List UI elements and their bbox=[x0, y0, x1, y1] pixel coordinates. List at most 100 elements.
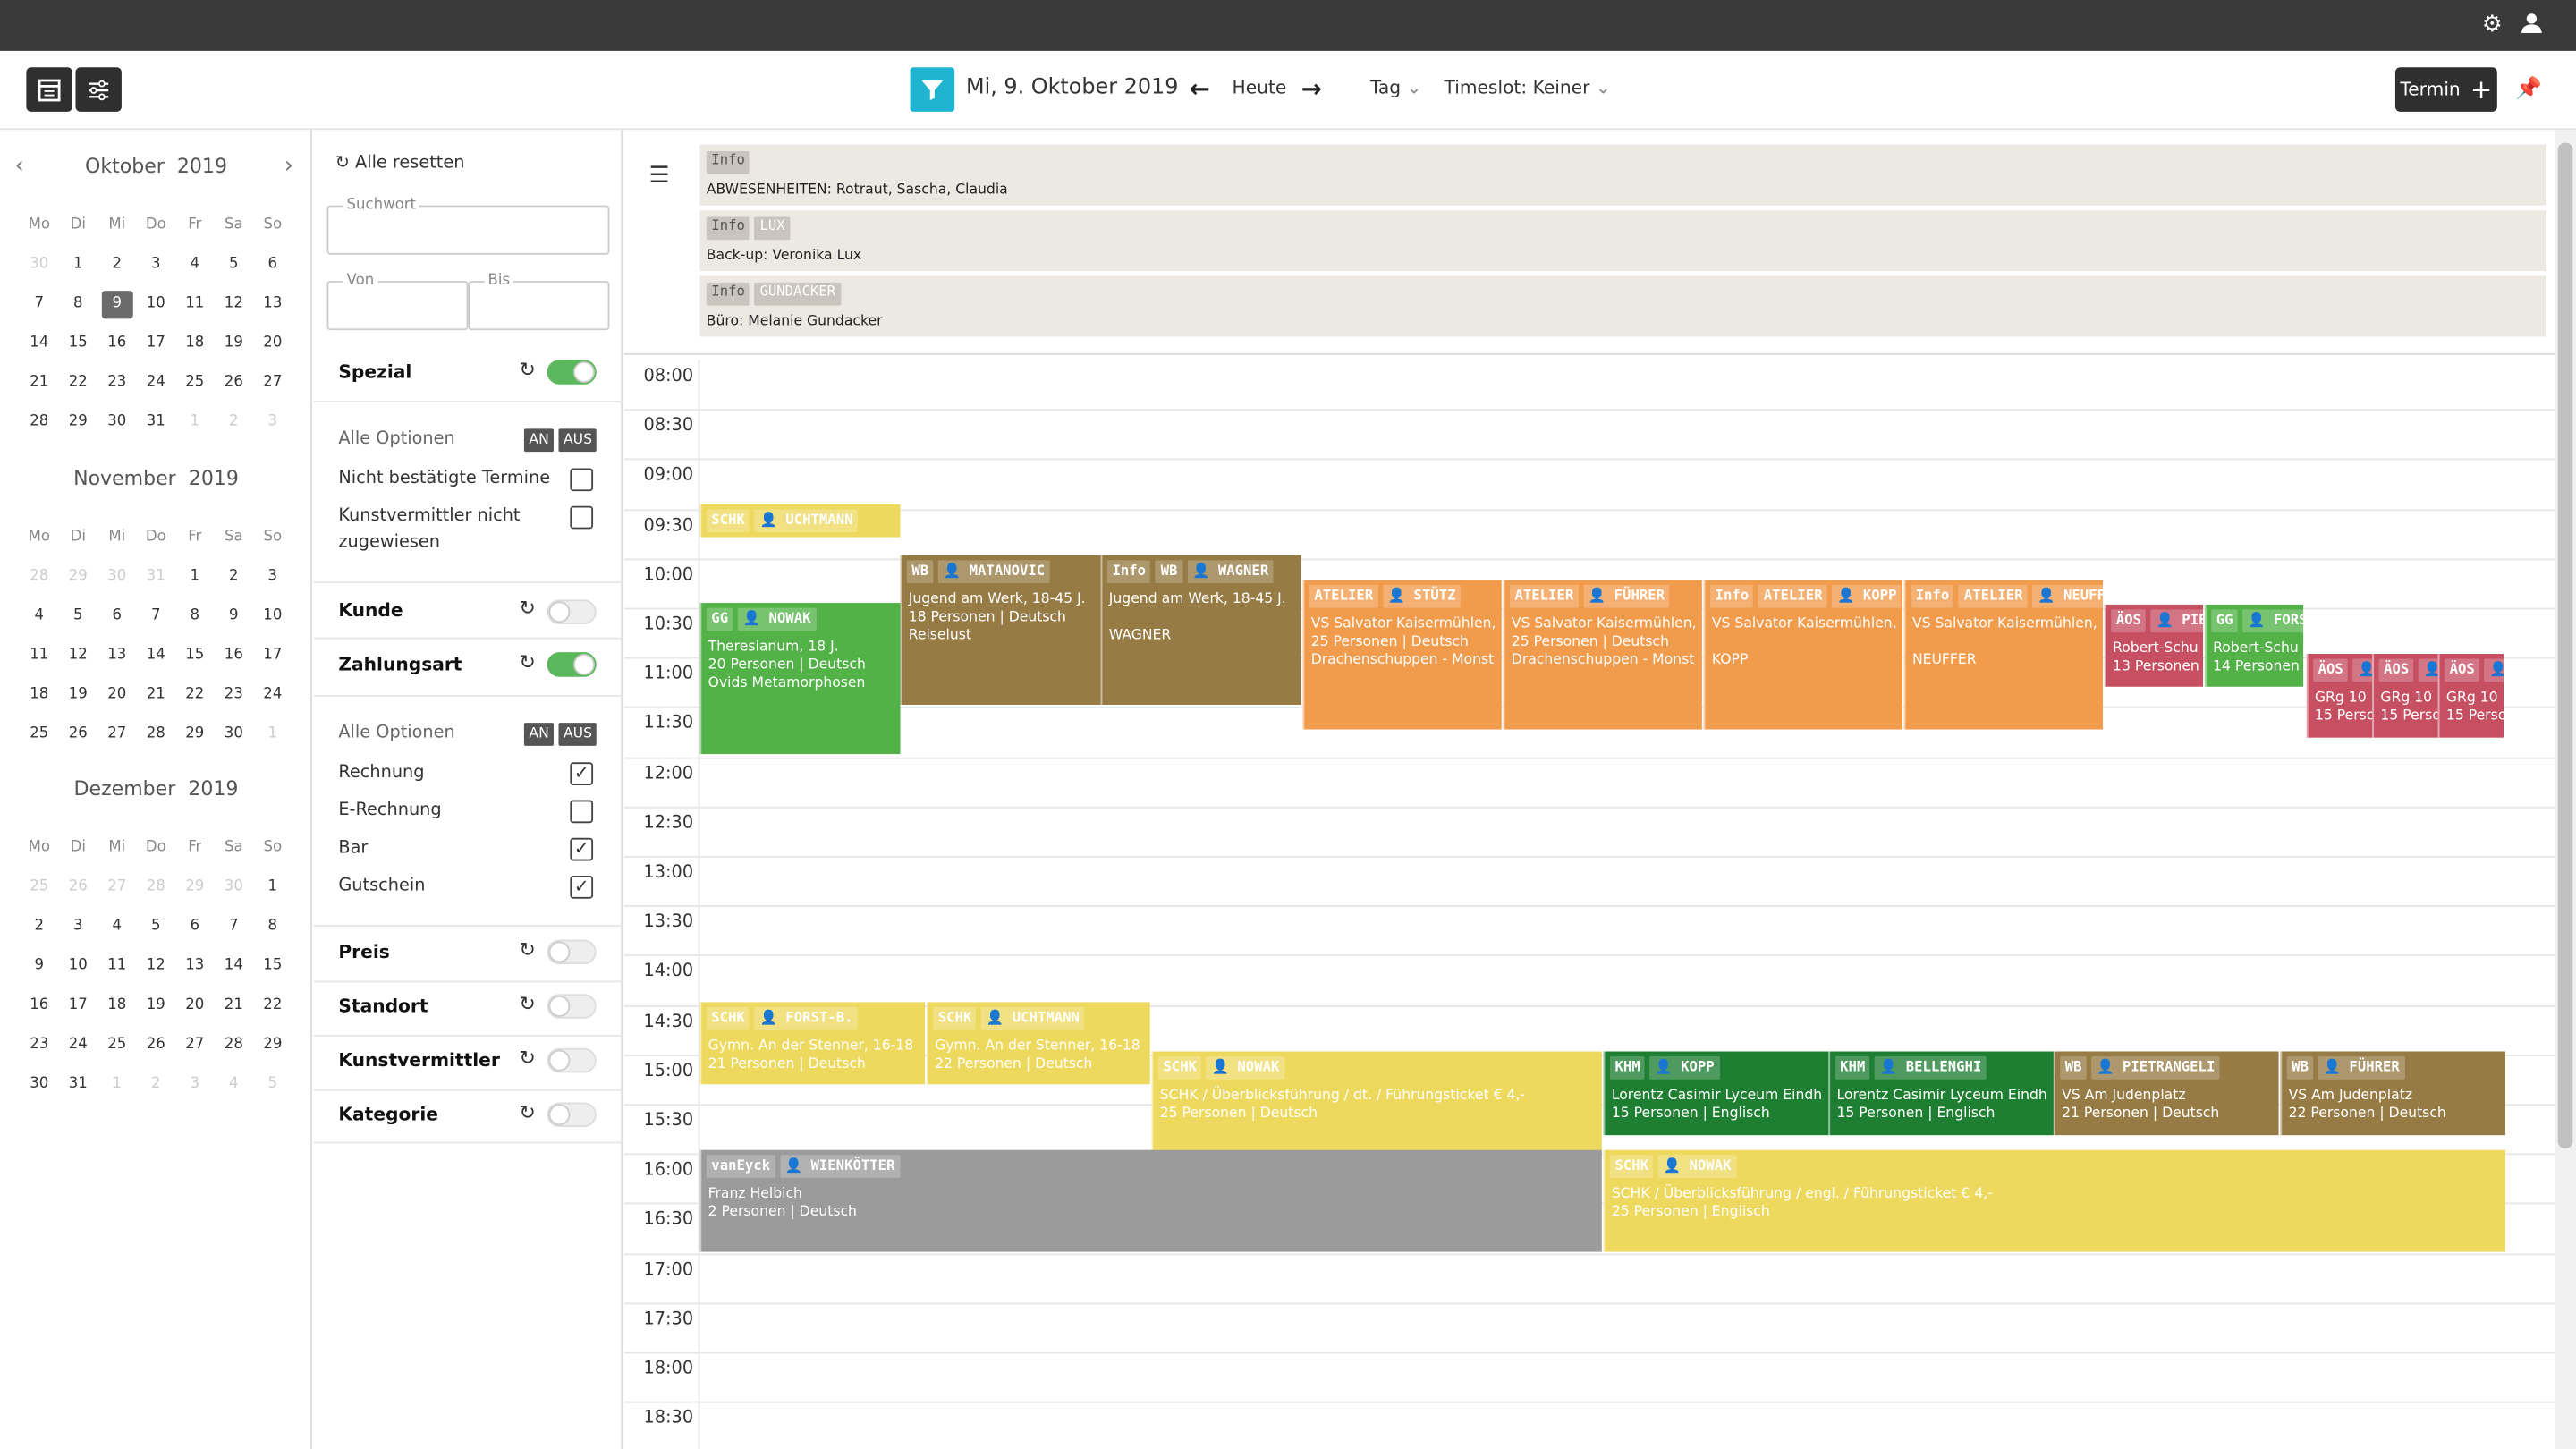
spezial-reset-icon[interactable]: ↻ bbox=[519, 358, 535, 381]
ev-aos-2[interactable]: ÄOS👤 GRg 1015 Perso bbox=[2372, 654, 2438, 738]
calendar-day[interactable]: 17 bbox=[59, 992, 98, 1020]
calendar-day[interactable]: 7 bbox=[215, 913, 254, 941]
calendar-day[interactable]: 11 bbox=[175, 291, 215, 318]
kategorie-reset-icon[interactable]: ↻ bbox=[519, 1101, 535, 1124]
preis-toggle[interactable] bbox=[547, 939, 597, 965]
calendar-day[interactable]: 19 bbox=[59, 682, 98, 709]
calendar-day[interactable]: 10 bbox=[59, 953, 98, 980]
ev-schk-forst[interactable]: SCHK 👤 FORST-B. Gymn. An der Stenner, 16-1… bbox=[699, 1002, 926, 1085]
current-date[interactable]: Mi, 9. Oktober 2019 bbox=[966, 75, 1178, 100]
calendar-day[interactable]: 30 bbox=[97, 564, 137, 591]
ev-schk-uchtmann-2[interactable]: SCHK 👤 UCHTMANN Gymn. An der Stenner, 16-1… bbox=[926, 1002, 1150, 1085]
calendar-day[interactable]: 25 bbox=[20, 874, 59, 902]
info-box[interactable]: Info LUX Back-up: Veronika Lux bbox=[699, 210, 2546, 272]
calendar-day[interactable]: 4 bbox=[215, 1072, 254, 1099]
info-box[interactable]: Info GUNDACKER Büro: Melanie Gundacker bbox=[699, 275, 2546, 337]
calendar-day[interactable]: 13 bbox=[97, 642, 137, 670]
calendar-day[interactable]: 17 bbox=[137, 330, 176, 358]
calendar-day[interactable]: 9 bbox=[20, 953, 59, 980]
calendar-day[interactable]: 15 bbox=[175, 642, 215, 670]
calendar-day[interactable]: 3 bbox=[253, 409, 292, 436]
calendar-day[interactable]: 9 bbox=[101, 291, 133, 319]
spezial-toggle[interactable] bbox=[547, 360, 597, 385]
today-button[interactable]: Heute bbox=[1233, 77, 1287, 98]
calendar-day[interactable]: 25 bbox=[175, 369, 215, 397]
calendar-day[interactable]: 21 bbox=[20, 369, 59, 397]
calendar-day[interactable]: 7 bbox=[137, 603, 176, 631]
calendar-day[interactable]: 8 bbox=[175, 603, 215, 631]
calendar-day[interactable]: 10 bbox=[137, 291, 176, 318]
view-select[interactable]: Tag ⌄ bbox=[1370, 77, 1422, 98]
calendar-day[interactable]: 23 bbox=[215, 682, 254, 709]
calendar-day[interactable]: 11 bbox=[97, 953, 137, 980]
pin-icon[interactable]: 📌 bbox=[2515, 77, 2542, 102]
calendar-day[interactable]: 28 bbox=[20, 409, 59, 436]
calendar-day[interactable]: 1 bbox=[253, 874, 292, 902]
zahlungsart-an-button[interactable]: AN bbox=[523, 723, 555, 746]
calendar-day[interactable]: 26 bbox=[59, 874, 98, 902]
ev-aos-3[interactable]: ÄOS👤 GRg 1015 Perso bbox=[2437, 654, 2504, 738]
calendar-day[interactable]: 14 bbox=[20, 330, 59, 358]
calendar-day[interactable]: 19 bbox=[215, 330, 254, 358]
info-box[interactable]: Info ABWESENHEITEN: Rotraut, Sascha, Clau… bbox=[699, 144, 2546, 206]
kv-nicht-checkbox[interactable] bbox=[570, 505, 594, 530]
kunde-reset-icon[interactable]: ↻ bbox=[519, 597, 535, 620]
nicht-bestaetigt-checkbox[interactable] bbox=[570, 468, 594, 492]
calendar-day[interactable]: 1 bbox=[59, 251, 98, 279]
erechnung-checkbox[interactable] bbox=[570, 800, 594, 824]
ev-khm-kopp[interactable]: KHM 👤 KOPP Lorentz Casimir Lyceum Eindh 15 … bbox=[1603, 1051, 1829, 1136]
calendar-day[interactable]: 23 bbox=[20, 1031, 59, 1059]
to-date-input[interactable]: Bis bbox=[468, 272, 610, 331]
calendar-day[interactable]: 15 bbox=[253, 953, 292, 980]
calendar-day[interactable]: 5 bbox=[59, 603, 98, 631]
calendar-day[interactable]: 1 bbox=[97, 1072, 137, 1099]
ev-schk-nowak-2[interactable]: SCHK 👤 NOWAK SCHK / Überblicksführung / en… bbox=[1603, 1149, 2506, 1252]
calendar-day[interactable]: 26 bbox=[215, 369, 254, 397]
calendar-day[interactable]: 18 bbox=[97, 992, 137, 1020]
ev-aos-1[interactable]: ÄOS👤 GRg 1015 Perso bbox=[2306, 654, 2373, 738]
list-view-icon[interactable]: ☰ bbox=[649, 163, 670, 189]
kunde-toggle[interactable] bbox=[547, 599, 597, 624]
calendar-day[interactable]: 21 bbox=[137, 682, 176, 709]
calendar-day[interactable]: 5 bbox=[137, 913, 176, 941]
calendar-day[interactable]: 30 bbox=[20, 1072, 59, 1099]
calendar-day[interactable]: 17 bbox=[253, 642, 292, 670]
gear-icon[interactable]: ⚙ bbox=[2479, 12, 2505, 38]
calendar-day[interactable]: 16 bbox=[215, 642, 254, 670]
calendar-day[interactable]: 24 bbox=[59, 1031, 98, 1059]
reset-all-button[interactable]: ↻ Alle resetten bbox=[335, 153, 465, 173]
calendar-day[interactable]: 29 bbox=[253, 1031, 292, 1059]
calendar-day[interactable]: 5 bbox=[215, 251, 254, 279]
rechnung-checkbox[interactable]: ✓ bbox=[570, 762, 594, 785]
gutschein-checkbox[interactable]: ✓ bbox=[570, 875, 594, 899]
ev-vaneyck-wienkoetter[interactable]: vanEyck 👤 WIENKÖTTER Franz Helbich 2 Person… bbox=[699, 1149, 1602, 1252]
ev-wb-pietrangeli[interactable]: WB 👤 PIETRANGELI VS Am Judenplatz 21 Person… bbox=[2053, 1051, 2279, 1136]
calendar-day[interactable]: 8 bbox=[59, 291, 98, 318]
calendar-day[interactable]: 22 bbox=[59, 369, 98, 397]
calendar-day[interactable]: 4 bbox=[175, 251, 215, 279]
calendar-day[interactable]: 27 bbox=[97, 721, 137, 749]
calendar-day[interactable]: 30 bbox=[215, 874, 254, 902]
calendar-day[interactable]: 22 bbox=[175, 682, 215, 709]
calendar-day[interactable]: 29 bbox=[175, 721, 215, 749]
calendar-day[interactable]: 1 bbox=[175, 409, 215, 436]
next-day-arrow-icon[interactable]: → bbox=[1301, 74, 1322, 104]
calendar-day[interactable]: 2 bbox=[20, 913, 59, 941]
calendar-day[interactable]: 26 bbox=[59, 721, 98, 749]
ev-atelier-fuehrer[interactable]: ATELIER 👤 FÜHRER VS Salvator Kaisermühlen,… bbox=[1503, 580, 1702, 730]
calendar-day[interactable]: 20 bbox=[253, 330, 292, 358]
calendar-day[interactable]: 31 bbox=[137, 409, 176, 436]
zahlungsart-reset-icon[interactable]: ↻ bbox=[519, 650, 535, 674]
new-appointment-button[interactable]: Termin + bbox=[2394, 67, 2497, 112]
calendar-day[interactable]: 29 bbox=[59, 564, 98, 591]
calendar-day[interactable]: 9 bbox=[215, 603, 254, 631]
calendar-day[interactable]: 14 bbox=[215, 953, 254, 980]
filter-button[interactable] bbox=[910, 67, 955, 112]
calendar-day[interactable]: 21 bbox=[215, 992, 254, 1020]
calendar-day[interactable]: 31 bbox=[59, 1072, 98, 1099]
calendar-day[interactable]: 3 bbox=[59, 913, 98, 941]
calendar-day[interactable]: 6 bbox=[253, 251, 292, 279]
calendar-day[interactable]: 12 bbox=[59, 642, 98, 670]
calendar-day[interactable]: 3 bbox=[175, 1072, 215, 1099]
preis-reset-icon[interactable]: ↻ bbox=[519, 938, 535, 962]
